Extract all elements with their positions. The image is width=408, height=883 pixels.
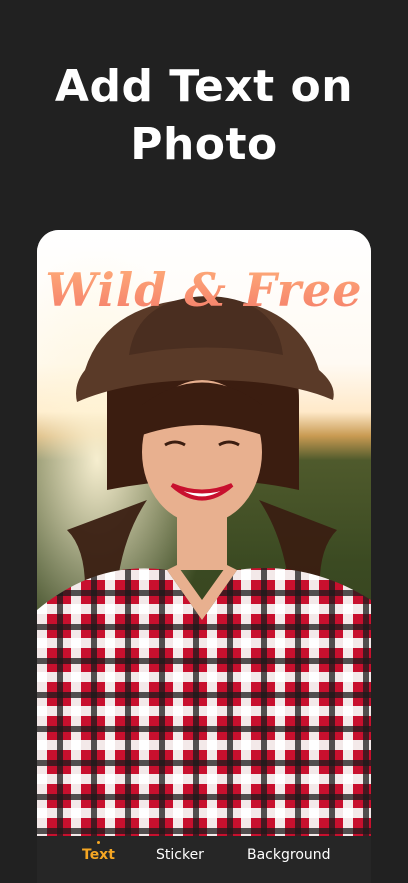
tab-background[interactable]: Background <box>247 846 331 864</box>
tab-text-label: Text <box>82 847 115 863</box>
editor-tab-bar: Text Sticker Background <box>37 836 371 883</box>
headline-line-2: Photo <box>130 119 278 170</box>
active-indicator-dot <box>96 841 100 844</box>
tab-sticker[interactable]: Sticker <box>156 846 204 864</box>
tab-sticker-label: Sticker <box>156 847 204 863</box>
portrait-photo <box>37 230 371 836</box>
tab-text[interactable]: Text <box>82 841 115 864</box>
photo-canvas[interactable]: Wild & Free <box>37 230 371 836</box>
promo-screen: Add Text on Photo Wild & Free Text Stick… <box>0 0 408 883</box>
headline-line-1: Add Text on <box>54 61 354 112</box>
tab-background-label: Background <box>247 847 331 863</box>
headline: Add Text on Photo <box>0 58 408 174</box>
overlay-text[interactable]: Wild & Free <box>37 260 371 320</box>
phone-preview: Wild & Free Text Sticker Background <box>37 230 371 883</box>
